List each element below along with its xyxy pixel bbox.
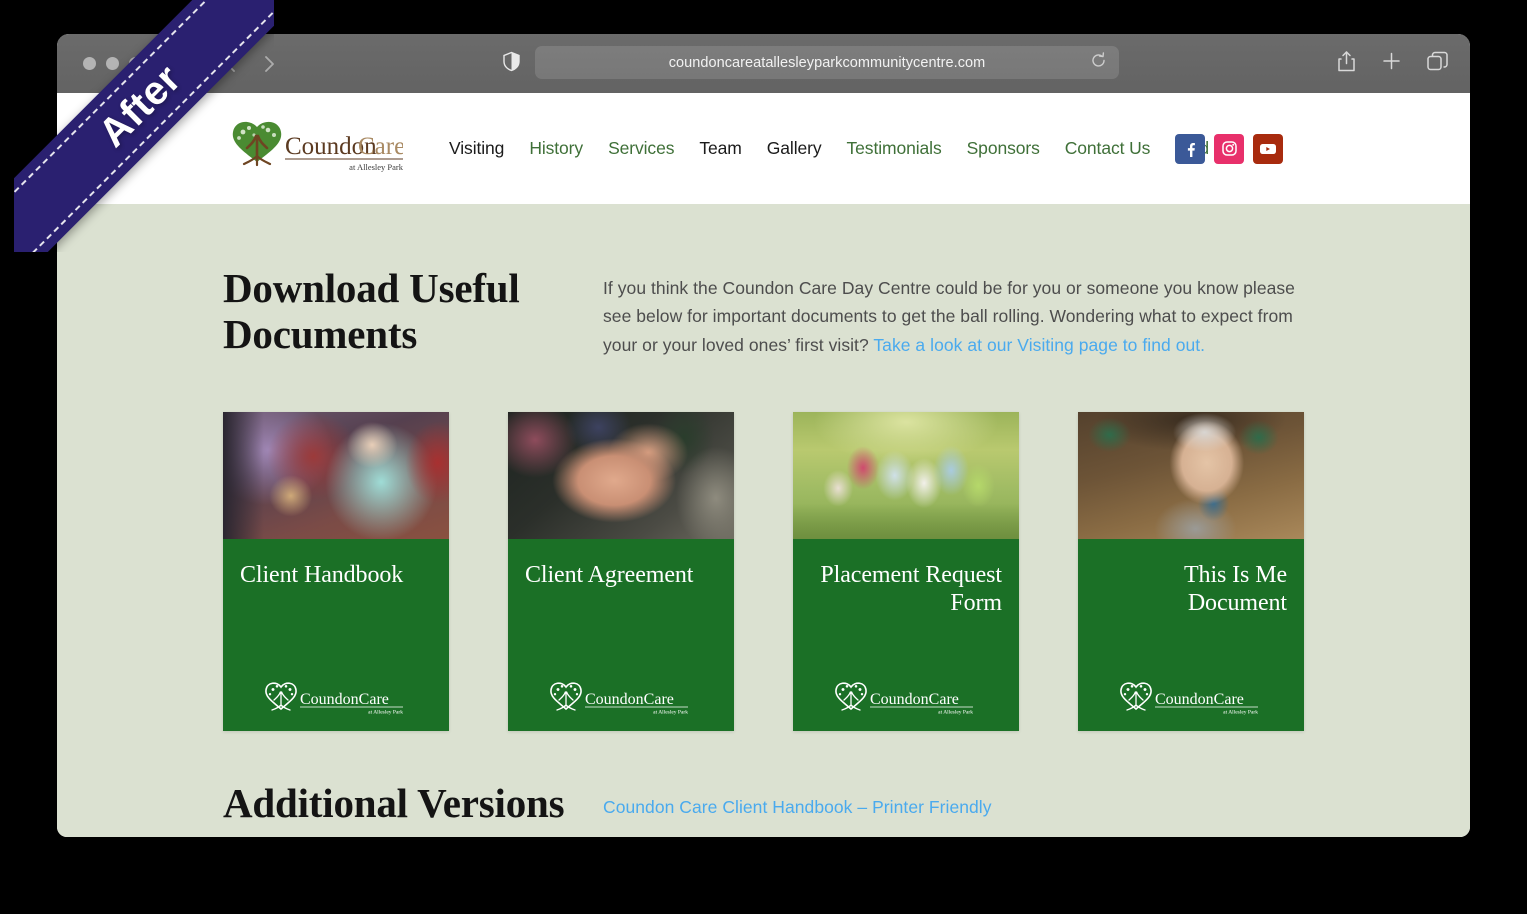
nav-item-contact-us[interactable]: Contact Us bbox=[1065, 138, 1151, 159]
page-title: Download Useful Documents bbox=[223, 265, 520, 357]
screen-capture: coundoncareatallesleyparkcommunitycentre… bbox=[0, 0, 1527, 914]
nav-item-team[interactable]: Team bbox=[699, 138, 742, 159]
close-window-button[interactable] bbox=[83, 57, 96, 70]
nav-item-testimonials[interactable]: Testimonials bbox=[847, 138, 942, 159]
svg-text:CoundonCare: CoundonCare bbox=[870, 691, 959, 708]
facebook-icon[interactable] bbox=[1175, 133, 1205, 164]
svg-text:CoundonCare: CoundonCare bbox=[585, 691, 674, 708]
minimize-window-button[interactable] bbox=[106, 57, 119, 70]
browser-toolbar: coundoncareatallesleyparkcommunitycentre… bbox=[57, 34, 1470, 93]
url-text: coundoncareatallesleyparkcommunitycentre… bbox=[668, 54, 986, 71]
document-card-placement-request-form[interactable]: Placement Request Form CoundonCare at Al… bbox=[793, 412, 1019, 732]
link-printer-friendly-handbook[interactable]: Coundon Care Client Handbook – Printer F… bbox=[603, 797, 1304, 818]
svg-text:CoundonCare: CoundonCare bbox=[300, 691, 389, 708]
maximize-window-button[interactable] bbox=[129, 57, 142, 70]
svg-text:at Allesley Park: at Allesley Park bbox=[1223, 710, 1258, 716]
site-header: Coundon Care at Allesley Park Visiting H… bbox=[57, 93, 1470, 204]
document-title: Client Agreement bbox=[525, 562, 694, 589]
svg-text:Care: Care bbox=[358, 133, 403, 160]
page-content: Download Useful Documents If you think t… bbox=[57, 204, 1470, 837]
document-card-client-agreement[interactable]: Client Agreement CoundonCare at Allesley… bbox=[508, 412, 734, 732]
instagram-icon[interactable] bbox=[1214, 133, 1244, 164]
document-title: Placement Request Form bbox=[820, 562, 1002, 617]
card-logo-icon: CoundonCare at Allesley Park bbox=[793, 679, 1019, 715]
site-logo[interactable]: Coundon Care at Allesley Park bbox=[223, 118, 405, 180]
site-navigation: Visiting History Services Team Gallery T… bbox=[449, 138, 1235, 159]
shield-icon[interactable] bbox=[503, 51, 520, 76]
additional-versions-links: Coundon Care Client Handbook – Printer F… bbox=[603, 781, 1304, 837]
share-icon[interactable] bbox=[1337, 50, 1356, 77]
intro-row: Download Useful Documents If you think t… bbox=[223, 204, 1304, 359]
svg-text:at Allesley Park: at Allesley Park bbox=[349, 162, 403, 172]
browser-nav-buttons[interactable] bbox=[220, 53, 280, 75]
document-title: Client Handbook bbox=[240, 562, 404, 589]
toolbar-actions bbox=[1337, 50, 1448, 77]
card-logo-icon: CoundonCare at Allesley Park bbox=[223, 679, 449, 715]
document-title: This Is Me Document bbox=[1184, 562, 1287, 617]
family-outdoors-photo bbox=[793, 412, 1019, 540]
stacked-hands-photo bbox=[508, 412, 734, 540]
nav-item-history[interactable]: History bbox=[529, 138, 583, 159]
document-card-client-handbook[interactable]: Client Handbook CoundonCare at Allesley … bbox=[223, 412, 449, 732]
document-card-this-is-me-document[interactable]: This Is Me Document CoundonCare at Alles… bbox=[1078, 412, 1304, 732]
elderly-woman-with-owl-photo bbox=[223, 412, 449, 540]
ribbon-fold-top bbox=[236, 14, 258, 36]
additional-versions-title: Additional Versions bbox=[223, 780, 565, 827]
smiling-elderly-man-photo bbox=[1078, 412, 1304, 540]
card-logo-icon: CoundonCare at Allesley Park bbox=[508, 679, 734, 715]
window-traffic-lights[interactable] bbox=[83, 57, 142, 70]
social-links bbox=[1175, 133, 1283, 164]
additional-versions-row: Additional Versions Coundon Care Client … bbox=[223, 780, 1304, 837]
nav-item-services[interactable]: Services bbox=[608, 138, 674, 159]
reload-icon[interactable] bbox=[1090, 51, 1107, 74]
chevron-right-icon[interactable] bbox=[258, 53, 280, 75]
tabs-icon[interactable] bbox=[1427, 51, 1448, 76]
ribbon-fold-bottom bbox=[36, 214, 58, 236]
nav-item-sponsors[interactable]: Sponsors bbox=[967, 138, 1040, 159]
nav-item-visiting[interactable]: Visiting bbox=[449, 138, 504, 159]
card-logo-icon: CoundonCare at Allesley Park bbox=[1078, 679, 1304, 715]
address-bar[interactable]: coundoncareatallesleyparkcommunitycentre… bbox=[535, 46, 1119, 79]
visiting-page-link[interactable]: Take a look at our Visiting page to find… bbox=[873, 335, 1205, 355]
nav-item-gallery[interactable]: Gallery bbox=[767, 138, 822, 159]
youtube-icon[interactable] bbox=[1253, 133, 1283, 164]
intro-paragraph: If you think the Coundon Care Day Centre… bbox=[603, 266, 1304, 359]
svg-text:at Allesley Park: at Allesley Park bbox=[368, 710, 403, 716]
chevron-left-icon[interactable] bbox=[220, 53, 242, 75]
svg-text:at Allesley Park: at Allesley Park bbox=[938, 710, 973, 716]
svg-text:CoundonCare: CoundonCare bbox=[1155, 691, 1244, 708]
document-card-list: Client Handbook CoundonCare at Allesley … bbox=[223, 412, 1304, 732]
browser-window: coundoncareatallesleyparkcommunitycentre… bbox=[57, 34, 1470, 837]
plus-icon[interactable] bbox=[1382, 52, 1401, 76]
svg-text:at Allesley Park: at Allesley Park bbox=[653, 710, 688, 716]
